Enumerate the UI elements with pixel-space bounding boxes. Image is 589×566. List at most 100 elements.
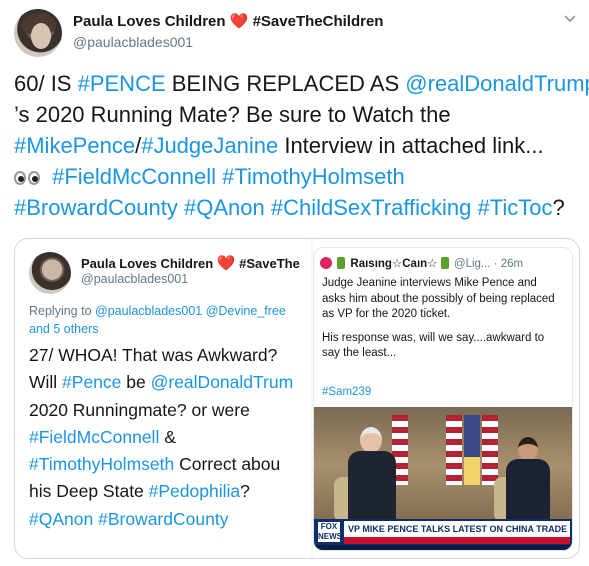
author-avatar[interactable]: [14, 9, 62, 57]
red-circle-icon: [320, 257, 332, 269]
avatar-face: [31, 23, 51, 49]
flag: [482, 415, 498, 485]
hashtag-link[interactable]: #QAnon: [29, 509, 93, 529]
hashtag-link[interactable]: #JudgeJanine: [141, 133, 278, 158]
hashtag-link[interactable]: #FieldMcConnell: [52, 164, 216, 189]
video-thumbnail: FOX NEWS VP MIKE PENCE TALKS LATEST ON C…: [314, 407, 572, 550]
author-name-text: Paula Loves Children: [73, 13, 226, 30]
chevron-down-icon[interactable]: [563, 12, 577, 26]
text-line: #FieldMcConnell &: [29, 424, 311, 451]
flag: [446, 415, 462, 485]
flag: [464, 415, 480, 485]
tweet-text: 60/ IS #PENCE BEING REPLACED AS @realDon…: [14, 68, 589, 223]
embedded-tweet-right: Raısıng☆Caın☆ @Lig... · 26m Judge Jeanin…: [313, 247, 573, 551]
text-line: 60/ IS #PENCE BEING REPLACED AS @realDon…: [14, 68, 589, 99]
person-left: [346, 427, 398, 522]
embedded-right-hashtag: #Sam239: [322, 386, 372, 398]
hashtag-link[interactable]: #PENCE: [78, 71, 166, 96]
embedded-right-para2: His response was, will we say....awkward…: [322, 331, 562, 362]
text-run: his Deep State: [29, 481, 149, 502]
text-run: 2020 Runningmate? or were: [29, 399, 250, 420]
mention-link[interactable]: @realDonaldTrump: [405, 71, 589, 96]
text-line: #QAnon #BrowardCounty: [29, 506, 311, 533]
text-line: His response was, will we say....awkward…: [322, 331, 545, 344]
text-run: be: [121, 372, 151, 393]
person-body: [348, 451, 396, 521]
text-run: 60/ IS: [14, 71, 78, 96]
attached-image[interactable]: Paula Loves Children ❤️ #SaveThe @paulac…: [14, 238, 580, 559]
text-line: asks him about the possibly of being rep…: [322, 292, 555, 305]
author-info: Paula Loves Children ❤️ #SaveTheChildren…: [73, 12, 383, 52]
author-handle[interactable]: @paulacblades001: [73, 33, 383, 52]
text-line: his Deep State #Pedophilia?: [29, 478, 311, 505]
text-line: #TimothyHolmseth Correct abou: [29, 451, 311, 478]
hashtag-link[interactable]: #BrowardCounty: [14, 195, 178, 220]
hashtag-link[interactable]: #BrowardCounty: [98, 509, 228, 529]
mention-link[interactable]: @paulacblades001: [95, 304, 202, 318]
hashtag-link[interactable]: #FieldMcConnell: [29, 427, 159, 447]
news-red-bar: [344, 537, 570, 544]
text-run: Interview in attached link...: [278, 133, 544, 158]
hashtag-link[interactable]: #MikePence: [14, 133, 135, 158]
person-head: [518, 437, 538, 461]
text-line: Replying to @paulacblades001 @Devine_fre…: [29, 302, 301, 320]
embedded-name-suffix: #SaveThe: [239, 256, 300, 271]
embedded-right-handle: @Lig... · 26m: [453, 258, 524, 270]
text-line: ’s 2020 Running Mate? Be sure to Watch t…: [14, 99, 584, 130]
hashtag-link[interactable]: #ChildSexTrafficking: [271, 195, 472, 220]
person-head: [360, 427, 382, 453]
text-line: Judge Jeanine interviews Mike Pence and: [322, 277, 537, 289]
hashtag-link[interactable]: #TimothyHolmseth: [29, 454, 174, 474]
embedded-tweet-left: Paula Loves Children ❤️ #SaveThe @paulac…: [15, 239, 311, 558]
embedded-reply-context: Replying to @paulacblades001 @Devine_fre…: [29, 302, 301, 338]
author-display-name[interactable]: Paula Loves Children ❤️ #SaveTheChildren: [73, 12, 383, 31]
embedded-name-text: Paula Loves Children: [81, 256, 214, 271]
embedded-right-header: Raısıng☆Caın☆ @Lig... · 26m: [320, 256, 523, 270]
text-run: 27/ WHOA! That was Awkward?: [29, 345, 278, 365]
embedded-display-name: Paula Loves Children ❤️ #SaveThe: [81, 254, 300, 272]
eyes-emoji-icon: [14, 161, 46, 192]
text-line: 27/ WHOA! That was Awkward?: [29, 342, 311, 369]
text-line: and 5 others: [29, 320, 301, 338]
network-logo: FOX NEWS: [318, 522, 342, 542]
person-right: [502, 437, 552, 522]
embedded-handle: @paulacblades001: [81, 272, 189, 286]
news-headline: VP MIKE PENCE TALKS LATEST ON CHINA TRAD…: [344, 521, 572, 537]
text-run: ’s 2020 Running Mate? Be sure to Watch t…: [14, 102, 451, 127]
text-run: &: [159, 426, 176, 447]
text-run: Correct abou: [174, 454, 281, 475]
author-name-suffix: #SaveTheChildren: [252, 13, 384, 30]
person-body: [506, 459, 550, 519]
text-run: ?: [240, 481, 250, 502]
heart-icon: ❤️: [216, 255, 236, 272]
text-run: Replying to: [29, 304, 96, 318]
embedded-right-name: Raısıng☆Caın☆: [350, 258, 438, 270]
text-line: Will #Pence be @realDonaldTrum: [29, 369, 311, 396]
heart-icon: ❤️: [229, 13, 249, 30]
text-line: #FieldMcConnell #TimothyHolmseth: [14, 161, 584, 192]
news-ticker: [314, 545, 572, 550]
embedded-tweet-text: 27/ WHOA! That was Awkward? Will #Pence b…: [29, 342, 311, 533]
embedded-avatar: [29, 252, 71, 294]
text-run: Will: [29, 372, 63, 393]
text-line: #BrowardCounty #QAnon #ChildSexTrafficki…: [14, 192, 584, 223]
mention-link[interactable]: @realDonaldTrum: [151, 372, 294, 392]
link[interactable]: and 5 others: [29, 322, 99, 336]
text-line: as VP for the 2020 ticket.: [322, 308, 451, 320]
embedded-right-para1: Judge Jeanine interviews Mike Pence and …: [322, 276, 562, 323]
news-lower-third: FOX NEWS VP MIKE PENCE TALKS LATEST ON C…: [314, 519, 572, 550]
hashtag-link[interactable]: #Pence: [62, 372, 121, 392]
text-run: ?: [552, 195, 565, 220]
text-run: BEING REPLACED AS: [165, 71, 406, 96]
hashtag-link[interactable]: #TicToc: [478, 195, 553, 220]
text-line: say the least...: [322, 347, 397, 359]
text-line: 2020 Runningmate? or were: [29, 397, 311, 424]
arrow-down-icon: [440, 257, 449, 269]
hashtag-link[interactable]: #TimothyHolmseth: [222, 164, 405, 189]
tweet: Paula Loves Children ❤️ #SaveTheChildren…: [0, 0, 589, 566]
embedded-right-text: Judge Jeanine interviews Mike Pence and …: [322, 276, 562, 370]
mention-link[interactable]: @Devine_free: [206, 304, 286, 318]
text-line: #MikePence/#JudgeJanine Interview in att…: [14, 130, 584, 161]
hashtag-link[interactable]: #Pedophilia: [149, 481, 240, 501]
hashtag-link[interactable]: #QAnon: [184, 195, 265, 220]
